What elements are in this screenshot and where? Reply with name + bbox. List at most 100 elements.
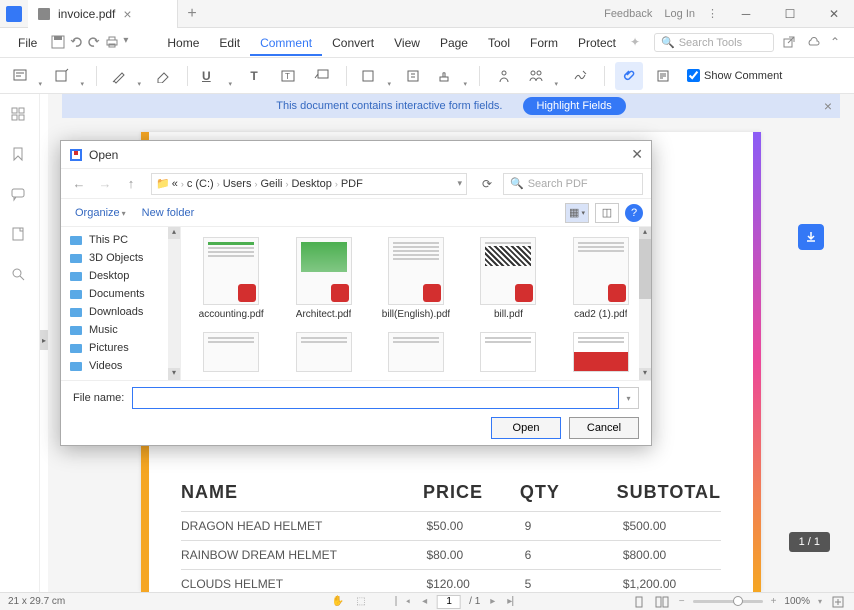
- shape-tool[interactable]: ▾: [357, 62, 393, 90]
- back-button[interactable]: ←: [69, 174, 89, 194]
- search-panel-icon[interactable]: [10, 266, 30, 286]
- banner-close-icon[interactable]: ×: [824, 98, 832, 114]
- dialog-close-button[interactable]: ✕: [631, 146, 643, 163]
- files-scroll-up-icon[interactable]: ▴: [639, 227, 651, 239]
- share-icon[interactable]: ✦: [630, 35, 646, 51]
- note-tool[interactable]: ▾: [8, 62, 44, 90]
- print-icon[interactable]: [105, 35, 119, 51]
- file-item[interactable]: [372, 328, 460, 376]
- breadcrumb-item[interactable]: PDF: [341, 178, 363, 190]
- comment-panel-tool[interactable]: [649, 62, 677, 90]
- breadcrumb-item[interactable]: Desktop: [291, 178, 331, 190]
- file-item[interactable]: bill(English).pdf: [372, 233, 460, 324]
- single-page-view-icon[interactable]: [631, 596, 647, 608]
- file-item[interactable]: [187, 328, 275, 376]
- signature-tool[interactable]: [566, 62, 594, 90]
- expand-sidebar-icon[interactable]: ▸: [40, 330, 48, 350]
- file-item[interactable]: [279, 328, 367, 376]
- view-mode-button[interactable]: ▦▾: [565, 203, 589, 223]
- file-item[interactable]: bill.pdf: [464, 233, 552, 324]
- tree-scrollbar[interactable]: ▴ ▾: [168, 227, 180, 380]
- sticky-note-tool[interactable]: [399, 62, 427, 90]
- tree-item-docs[interactable]: Documents: [61, 285, 180, 303]
- more-menu-icon[interactable]: ⋮: [707, 7, 718, 20]
- files-scroll-thumb[interactable]: [639, 239, 651, 299]
- file-item[interactable]: accounting.pdf: [187, 233, 275, 324]
- zoom-out-button[interactable]: −: [677, 596, 687, 607]
- login-link[interactable]: Log In: [664, 8, 695, 20]
- select-mode-icon[interactable]: ⬚: [354, 596, 367, 607]
- quick-access-dropdown-icon[interactable]: ▾: [123, 35, 135, 51]
- close-window-button[interactable]: ✕: [818, 0, 850, 28]
- show-comment-toggle[interactable]: Show Comment: [687, 69, 782, 82]
- open-external-icon[interactable]: [782, 35, 798, 51]
- filename-input[interactable]: [132, 387, 619, 409]
- zoom-dropdown-icon[interactable]: ▾: [816, 597, 824, 606]
- breadcrumb[interactable]: 📁 «›c (C:)›Users›Geili›Desktop›PDF ▾: [151, 173, 467, 195]
- underline-tool[interactable]: U▾: [198, 62, 234, 90]
- pencil-tool[interactable]: ▾: [107, 62, 143, 90]
- menu-view[interactable]: View: [384, 32, 430, 54]
- zoom-in-button[interactable]: +: [769, 596, 779, 607]
- folder-tree[interactable]: This PC3D ObjectsDesktopDocumentsDownloa…: [61, 227, 181, 380]
- feedback-link[interactable]: Feedback: [604, 8, 652, 20]
- tree-item-videos[interactable]: Videos: [61, 357, 180, 375]
- help-button[interactable]: ?: [625, 204, 643, 222]
- refresh-button[interactable]: ⟳: [477, 177, 497, 191]
- stamp-tool[interactable]: ▾: [433, 62, 469, 90]
- save-icon[interactable]: [51, 35, 65, 51]
- menu-protect[interactable]: Protect: [568, 32, 626, 54]
- dialog-search-input[interactable]: 🔍 Search PDF: [503, 173, 643, 195]
- tree-scroll-up-icon[interactable]: ▴: [168, 227, 180, 239]
- preview-pane-button[interactable]: ◫: [595, 203, 619, 223]
- file-menu[interactable]: File: [8, 32, 47, 54]
- attachment-tool[interactable]: [615, 62, 643, 90]
- minimize-button[interactable]: ─: [730, 0, 762, 28]
- breadcrumb-dropdown-icon[interactable]: ▾: [457, 178, 462, 189]
- first-page-button[interactable]: ⎸◂: [394, 596, 413, 607]
- forward-button[interactable]: →: [95, 174, 115, 194]
- organize-button[interactable]: Organize▾: [69, 205, 132, 221]
- breadcrumb-item[interactable]: «: [172, 178, 178, 190]
- files-scrollbar[interactable]: ▴ ▾: [639, 227, 651, 380]
- show-comment-checkbox[interactable]: [687, 69, 700, 82]
- menu-edit[interactable]: Edit: [209, 32, 250, 54]
- file-item[interactable]: Architect.pdf: [279, 233, 367, 324]
- people-tool[interactable]: ▾: [524, 62, 560, 90]
- new-tab-button[interactable]: +: [178, 5, 206, 23]
- tree-item-music[interactable]: Music: [61, 321, 180, 339]
- eraser-tool[interactable]: [149, 62, 177, 90]
- file-item[interactable]: [464, 328, 552, 376]
- menu-form[interactable]: Form: [520, 32, 568, 54]
- fit-page-icon[interactable]: [830, 596, 846, 608]
- files-scroll-down-icon[interactable]: ▾: [639, 368, 651, 380]
- callout-tool[interactable]: [308, 62, 336, 90]
- menu-tool[interactable]: Tool: [478, 32, 520, 54]
- tree-item-desktop[interactable]: Desktop: [61, 267, 180, 285]
- hand-tool[interactable]: ▾: [50, 62, 86, 90]
- document-tab[interactable]: invoice.pdf ×: [28, 0, 178, 28]
- breadcrumb-item[interactable]: Geili: [260, 178, 282, 190]
- prev-page-button[interactable]: ◂: [420, 596, 429, 607]
- last-page-button[interactable]: ▸⎸: [505, 596, 524, 607]
- person-tool[interactable]: [490, 62, 518, 90]
- attachments-icon[interactable]: [10, 226, 30, 246]
- bookmark-icon[interactable]: [10, 146, 30, 166]
- tree-item-pc[interactable]: This PC: [61, 231, 180, 249]
- tree-item-downloads[interactable]: Downloads: [61, 303, 180, 321]
- highlight-fields-button[interactable]: Highlight Fields: [523, 97, 626, 115]
- text-tool[interactable]: T: [240, 62, 268, 90]
- tree-scroll-down-icon[interactable]: ▾: [168, 368, 180, 380]
- cancel-button[interactable]: Cancel: [569, 417, 639, 439]
- maximize-button[interactable]: ☐: [774, 0, 806, 28]
- hand-mode-icon[interactable]: ✋: [330, 596, 346, 607]
- breadcrumb-item[interactable]: Users: [223, 178, 252, 190]
- menu-page[interactable]: Page: [430, 32, 478, 54]
- new-folder-button[interactable]: New folder: [136, 205, 201, 221]
- menu-home[interactable]: Home: [157, 32, 209, 54]
- collapse-ribbon-icon[interactable]: ⌃: [830, 35, 846, 51]
- download-button[interactable]: [798, 224, 824, 250]
- up-button[interactable]: ↑: [121, 174, 141, 194]
- filename-dropdown-icon[interactable]: ▾: [619, 387, 639, 409]
- redo-icon[interactable]: [87, 35, 101, 51]
